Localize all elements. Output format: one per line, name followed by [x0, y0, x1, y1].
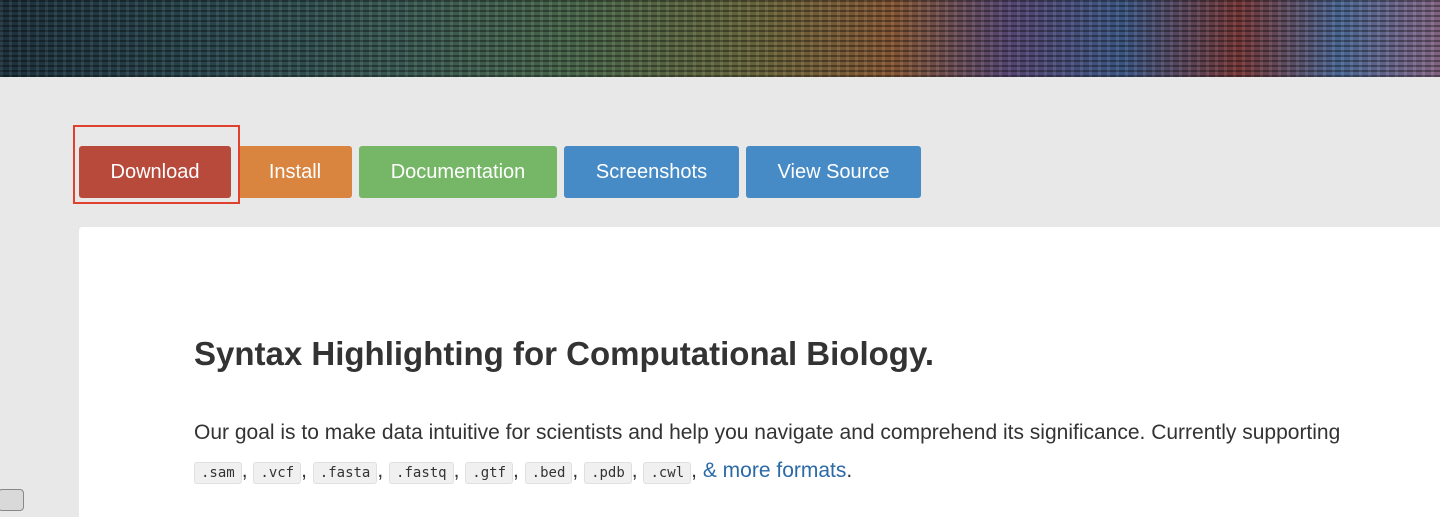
format-fasta: .fasta	[312, 462, 378, 484]
format-fastq: .fastq	[389, 462, 454, 484]
more-formats-link[interactable]: & more formats	[703, 459, 847, 482]
content-card: Syntax Highlighting for Computational Bi…	[79, 227, 1440, 517]
main-nav: Download Install Documentation Screensho…	[79, 146, 921, 198]
format-bed: .bed	[524, 462, 573, 484]
screenshots-button[interactable]: Screenshots	[564, 146, 739, 198]
page-title: Syntax Highlighting for Computational Bi…	[194, 335, 935, 372]
header-banner-texture	[0, 0, 1440, 77]
documentation-button[interactable]: Documentation	[359, 146, 557, 198]
install-button[interactable]: Install	[238, 146, 352, 198]
intro-paragraph: Our goal is to make data intuitive for s…	[194, 421, 1341, 484]
download-button[interactable]: Download	[79, 146, 231, 198]
intro-text: Our goal is to make data intuitive for s…	[194, 421, 1341, 444]
format-pdb: .pdb	[584, 462, 632, 484]
format-sam: .sam	[194, 462, 242, 484]
view-source-button[interactable]: View Source	[746, 146, 921, 198]
format-cwl: .cwl	[643, 462, 692, 484]
format-vcf: .vcf	[253, 462, 302, 484]
corner-widget[interactable]	[0, 489, 24, 511]
format-gtf: .gtf	[465, 462, 513, 484]
